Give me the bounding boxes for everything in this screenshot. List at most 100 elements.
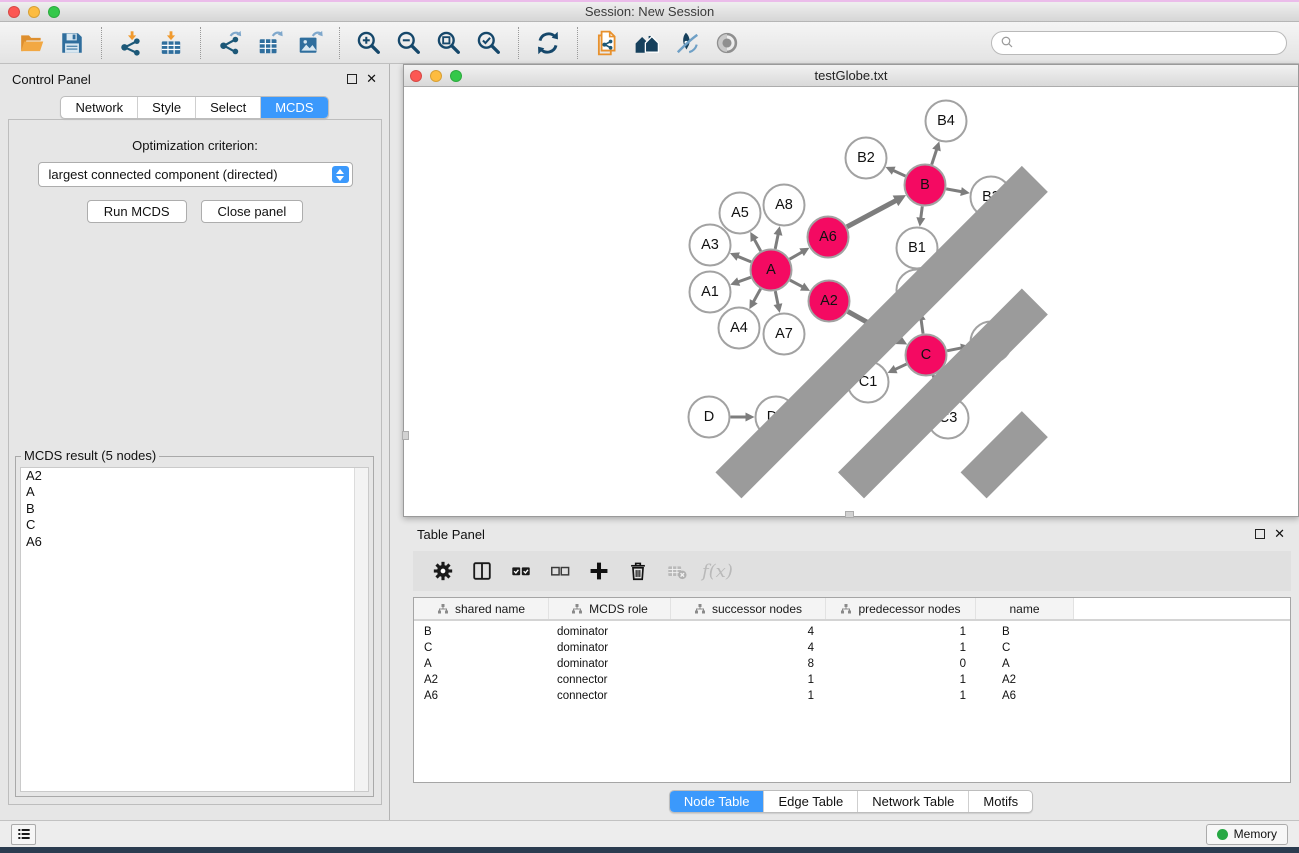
export-table-button[interactable] xyxy=(250,26,290,60)
zoom-fit-button[interactable] xyxy=(429,26,469,60)
tab-edge-table[interactable]: Edge Table xyxy=(764,791,858,812)
toolbar-separator xyxy=(200,27,201,59)
cell-successor-nodes[interactable]: 1 xyxy=(671,674,826,686)
mcds-result-item[interactable]: C xyxy=(21,517,368,533)
cell-successor-nodes[interactable]: 1 xyxy=(671,690,826,702)
save-session-button[interactable] xyxy=(52,26,92,60)
cell-mcds-role[interactable]: connector xyxy=(549,674,671,686)
cell-shared-name[interactable]: A xyxy=(414,658,549,670)
columns-button[interactable] xyxy=(464,555,500,587)
mcds-result-item[interactable]: A2 xyxy=(21,468,368,484)
cell-predecessor-nodes[interactable]: 0 xyxy=(826,658,976,670)
hide-annotations-button[interactable] xyxy=(667,26,707,60)
refresh-button[interactable] xyxy=(528,26,568,60)
table-row[interactable]: Adominator80A xyxy=(414,656,1290,672)
network-maximize-icon[interactable] xyxy=(450,70,462,82)
zoom-out-button[interactable] xyxy=(389,26,429,60)
mcds-result-list[interactable]: A2ABCA6 xyxy=(20,467,369,792)
maximize-window-icon[interactable] xyxy=(48,6,60,18)
tab-motifs[interactable]: Motifs xyxy=(969,791,1032,812)
column-header-successor-nodes[interactable]: successor nodes xyxy=(671,598,826,619)
mcds-result-item[interactable]: A6 xyxy=(21,534,368,550)
column-header-shared-name[interactable]: shared name xyxy=(414,598,549,619)
export-table-icon xyxy=(257,30,283,56)
table-row[interactable]: Bdominator41B xyxy=(414,624,1290,640)
main-toolbar xyxy=(0,22,1299,64)
close-panel-button[interactable]: Close panel xyxy=(201,200,304,223)
resize-grip-icon[interactable] xyxy=(404,87,1298,516)
cell-name[interactable]: C xyxy=(976,642,1074,654)
table-row[interactable]: A2connector11A2 xyxy=(414,672,1290,688)
network-close-icon[interactable] xyxy=(410,70,422,82)
import-table-button[interactable] xyxy=(151,26,191,60)
tab-style[interactable]: Style xyxy=(138,97,196,118)
add-column-button[interactable] xyxy=(581,555,617,587)
cell-mcds-role[interactable]: dominator xyxy=(549,642,671,654)
zoom-selected-button[interactable] xyxy=(469,26,509,60)
table-row[interactable]: A6connector11A6 xyxy=(414,688,1290,704)
horizontal-scroll-indicator[interactable] xyxy=(845,511,854,518)
mcds-list-scrollbar[interactable] xyxy=(354,468,368,791)
cell-predecessor-nodes[interactable]: 1 xyxy=(826,642,976,654)
cell-name[interactable]: A6 xyxy=(976,690,1074,702)
import-network-button[interactable] xyxy=(111,26,151,60)
cell-mcds-role[interactable]: dominator xyxy=(549,658,671,670)
delete-column-button[interactable] xyxy=(620,555,656,587)
column-header-predecessor-nodes[interactable]: predecessor nodes xyxy=(826,598,976,619)
tab-network[interactable]: Network xyxy=(61,97,138,118)
column-header-name[interactable]: name xyxy=(976,598,1074,619)
search-input[interactable] xyxy=(1019,36,1278,50)
show-graphics-details-button[interactable] xyxy=(707,26,747,60)
cell-shared-name[interactable]: B xyxy=(414,626,549,638)
float-panel-icon[interactable] xyxy=(347,74,357,84)
criterion-select[interactable]: largest connected component (directed) xyxy=(38,162,353,187)
export-network-button[interactable] xyxy=(210,26,250,60)
minimize-window-icon[interactable] xyxy=(28,6,40,18)
zoom-in-button[interactable] xyxy=(349,26,389,60)
table-row[interactable]: Cdominator41C xyxy=(414,640,1290,656)
column-header-mcds-role[interactable]: MCDS role xyxy=(549,598,671,619)
tab-mcds[interactable]: MCDS xyxy=(261,97,327,118)
cell-name[interactable]: B xyxy=(976,626,1074,638)
memory-button[interactable]: Memory xyxy=(1206,824,1288,845)
search-field[interactable] xyxy=(991,31,1287,55)
float-table-panel-icon[interactable] xyxy=(1255,529,1265,539)
mcds-result-item[interactable]: A xyxy=(21,484,368,500)
network-view-window: testGlobe.txt B4B2BB3A5A8A6A3AB1A1A2C2A4… xyxy=(403,64,1299,517)
deselect-all-button[interactable] xyxy=(542,555,578,587)
cell-predecessor-nodes[interactable]: 1 xyxy=(826,690,976,702)
network-minimize-icon[interactable] xyxy=(430,70,442,82)
cell-name[interactable]: A2 xyxy=(976,674,1074,686)
cell-successor-nodes[interactable]: 8 xyxy=(671,658,826,670)
cell-shared-name[interactable]: C xyxy=(414,642,549,654)
cell-name[interactable]: A xyxy=(976,658,1074,670)
settings-gear-button[interactable] xyxy=(425,555,461,587)
homes-button[interactable] xyxy=(627,26,667,60)
tab-node-table[interactable]: Node Table xyxy=(670,791,765,812)
cell-mcds-role[interactable]: dominator xyxy=(549,626,671,638)
clone-network-button[interactable] xyxy=(587,26,627,60)
vertical-scroll-indicator[interactable] xyxy=(402,431,409,440)
cell-shared-name[interactable]: A6 xyxy=(414,690,549,702)
export-image-button[interactable] xyxy=(290,26,330,60)
tab-network-table[interactable]: Network Table xyxy=(858,791,969,812)
cell-mcds-role[interactable]: connector xyxy=(549,690,671,702)
close-panel-icon[interactable]: ✕ xyxy=(366,74,377,84)
cell-predecessor-nodes[interactable]: 1 xyxy=(826,674,976,686)
toolbar-separator xyxy=(577,27,578,59)
network-window-controls xyxy=(410,65,462,86)
mcds-result-item[interactable]: B xyxy=(21,501,368,517)
cell-successor-nodes[interactable]: 4 xyxy=(671,626,826,638)
task-history-button[interactable] xyxy=(11,824,36,845)
open-file-button[interactable] xyxy=(12,26,52,60)
table-panel-header: Table Panel ✕ xyxy=(403,520,1299,548)
select-all-button[interactable] xyxy=(503,555,539,587)
cell-shared-name[interactable]: A2 xyxy=(414,674,549,686)
network-canvas[interactable]: B4B2BB3A5A8A6A3AB1A1A2C2A4A7CC4C1C3DD1 xyxy=(404,87,1298,516)
close-table-panel-icon[interactable]: ✕ xyxy=(1274,529,1285,539)
cell-predecessor-nodes[interactable]: 1 xyxy=(826,626,976,638)
close-window-icon[interactable] xyxy=(8,6,20,18)
tab-select[interactable]: Select xyxy=(196,97,261,118)
cell-successor-nodes[interactable]: 4 xyxy=(671,642,826,654)
run-mcds-button[interactable]: Run MCDS xyxy=(87,200,187,223)
